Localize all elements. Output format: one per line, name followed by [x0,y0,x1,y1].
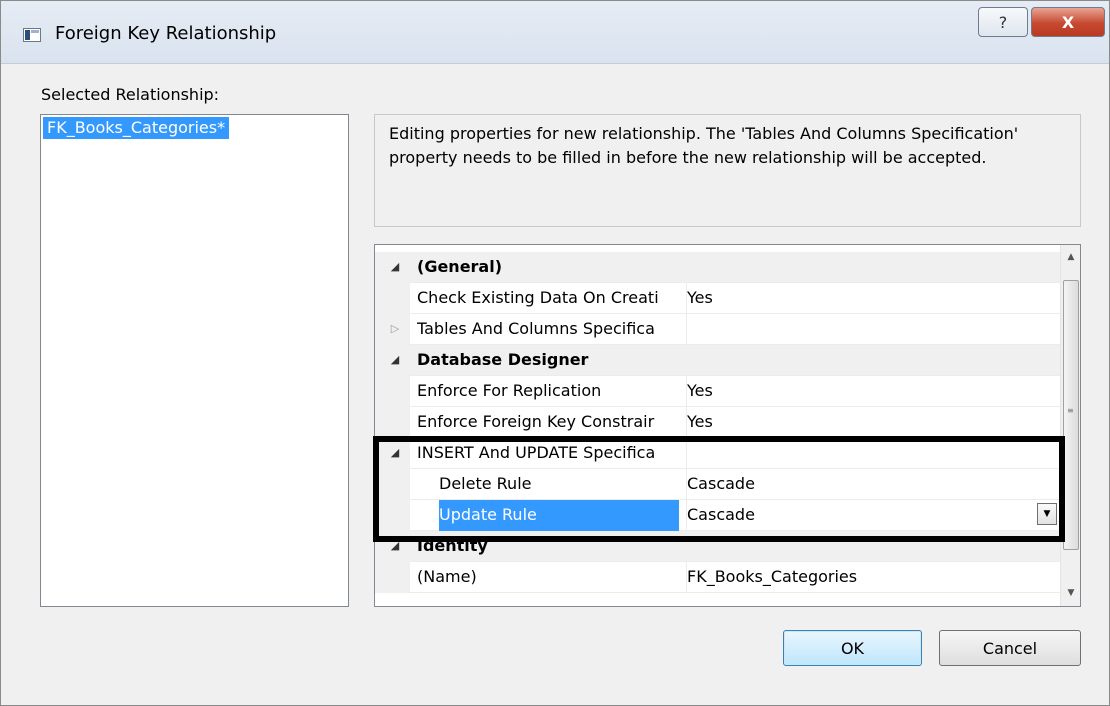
property-value[interactable]: Cascade ▼ [686,500,1061,531]
property-name: Delete Rule [439,474,532,493]
property-grid[interactable]: ◢ (General) Check Existing Data On Creat… [374,244,1081,607]
expand-triangle-icon[interactable]: ◢ [389,261,401,273]
chevron-down-icon: ▼ [1043,509,1051,519]
expand-triangle-icon[interactable]: ◢ [389,540,401,552]
cancel-button[interactable]: Cancel [939,630,1081,666]
property-name: Update Rule [439,500,679,531]
selected-relationship-label: Selected Relationship: [41,85,220,104]
ok-button[interactable]: OK [783,630,922,666]
row-margin [375,376,410,407]
scroll-down-icon[interactable]: ▼ [1061,583,1080,603]
property-row-delete-rule[interactable]: Delete Rule Cascade [375,469,1061,500]
category-label: (General) [417,257,503,276]
property-value-text: Cascade [687,505,755,524]
property-row-name[interactable]: (Name) FK_Books_Categories [375,562,1061,593]
property-row-enforce-fk[interactable]: Enforce Foreign Key Constrair Yes [375,407,1061,438]
scrollbar-thumb[interactable]: ≡ [1063,280,1079,550]
close-button[interactable]: X [1031,7,1105,37]
expand-triangle-icon[interactable]: ◢ [389,354,401,366]
property-value[interactable] [686,438,1061,469]
close-icon: X [1061,12,1075,32]
property-name: (Name) [417,567,477,586]
property-name: INSERT And UPDATE Specifica [417,443,656,462]
property-value[interactable]: FK_Books_Categories [686,562,1061,593]
window-title: Foreign Key Relationship [55,23,277,44]
property-value[interactable]: Cascade [686,469,1061,500]
row-margin [375,283,410,314]
property-row-tables-columns[interactable]: ▷ Tables And Columns Specifica [375,314,1061,345]
expand-triangle-icon[interactable]: ◢ [389,447,401,459]
collapsed-triangle-icon[interactable]: ▷ [389,323,401,335]
category-general[interactable]: ◢ (General) [375,252,1061,283]
property-name: Check Existing Data On Creati [417,288,659,307]
property-row-enforce-replication[interactable]: Enforce For Replication Yes [375,376,1061,407]
vertical-scrollbar[interactable]: ▲ ≡ ▼ [1060,245,1080,606]
property-name: Enforce For Replication [417,381,602,400]
relationship-item[interactable]: FK_Books_Categories* [43,117,230,139]
scroll-up-icon[interactable]: ▲ [1061,247,1080,267]
property-value[interactable] [686,314,1061,345]
grip-icon: ≡ [1067,406,1074,415]
category-label: Identity [417,536,488,555]
property-value[interactable]: Yes [686,407,1061,438]
property-name: Tables And Columns Specifica [417,319,655,338]
property-row-check-existing[interactable]: Check Existing Data On Creati Yes [375,283,1061,314]
row-margin [375,407,410,438]
property-row-update-rule[interactable]: Update Rule Cascade ▼ [375,500,1061,531]
description-box: Editing properties for new relationship.… [374,114,1081,227]
property-row-insert-update[interactable]: ◢ INSERT And UPDATE Specifica [375,438,1061,469]
category-database-designer[interactable]: ◢ Database Designer [375,345,1061,376]
dropdown-button[interactable]: ▼ [1037,503,1057,525]
title-bar: Foreign Key Relationship ? X [1,1,1109,64]
property-value[interactable]: Yes [686,283,1061,314]
window-icon [23,28,41,42]
row-margin [375,562,410,593]
row-margin [375,500,410,531]
relationship-list[interactable]: FK_Books_Categories* [40,114,349,607]
category-identity[interactable]: ◢ Identity [375,531,1061,562]
help-icon: ? [998,12,1008,32]
property-value[interactable]: Yes [686,376,1061,407]
dialog-window: Foreign Key Relationship ? X Selected Re… [0,0,1110,706]
property-name: Enforce Foreign Key Constrair [417,412,655,431]
help-button[interactable]: ? [978,7,1028,37]
category-label: Database Designer [417,350,589,369]
row-margin [375,469,410,500]
